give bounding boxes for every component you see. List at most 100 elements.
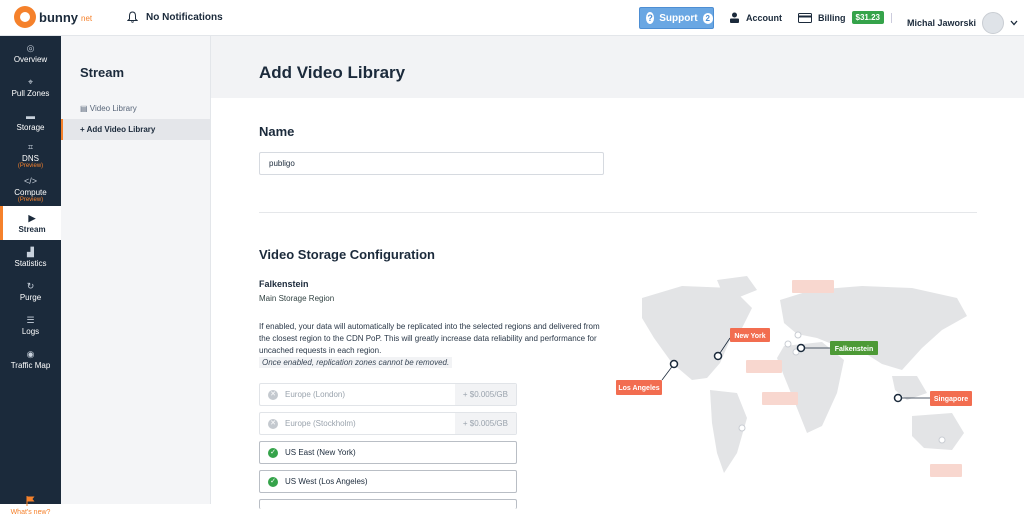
top-bar: bunny net No Notifications ? Support 2 A…: [0, 0, 1024, 36]
support-button[interactable]: ? Support 2: [639, 7, 714, 29]
sidebar-item-label: Stream: [18, 224, 46, 234]
sidebar-item-label: DNS: [22, 153, 39, 163]
map-label-text: Falkenstein: [835, 346, 874, 353]
name-heading: Name: [259, 124, 295, 139]
main-region-label: Main Storage Region: [259, 294, 335, 303]
map-label-text: New York: [734, 333, 765, 340]
sidebar-item-label: Statistics: [14, 258, 47, 268]
user-menu[interactable]: Michal Jaworski: [907, 12, 1018, 34]
sidebar-item-label: Traffic Map: [10, 360, 51, 370]
compass-icon: ◎: [26, 42, 35, 53]
sidebar-item-label: Overview: [13, 54, 48, 64]
whats-new-link[interactable]: What's new?: [0, 496, 61, 516]
logo-text: bunny: [39, 9, 78, 25]
region-name: Europe (London): [285, 390, 346, 399]
subnav-item-video-library[interactable]: ▤ Video Library: [61, 98, 210, 119]
support-count-badge: 2: [702, 12, 713, 24]
chevron-down-icon: [1010, 20, 1018, 26]
region-world-map: New York Falkenstein Los Angeles Singapo…: [616, 276, 972, 477]
check-circle-icon: ✓: [268, 447, 278, 458]
subnav-item-label: + Add Video Library: [80, 125, 156, 134]
x-circle-icon: ✕: [268, 418, 278, 429]
chart-icon: ▟: [27, 246, 34, 257]
sidebar-item-dns[interactable]: ⌗ DNS (Preview): [0, 138, 61, 172]
sidebar-item-overview[interactable]: ◎ Overview: [0, 36, 61, 70]
user-icon: [730, 12, 739, 23]
region-option-stockholm[interactable]: ✕ Europe (Stockholm) + $0.005/GB: [259, 412, 517, 435]
list-icon: ☰: [26, 314, 35, 325]
bunny-logo-icon: [14, 6, 36, 28]
region-name: Europe (Stockholm): [285, 419, 356, 428]
region-option-los-angeles[interactable]: ✓ US West (Los Angeles): [259, 470, 517, 493]
sidebar-item-statistics[interactable]: ▟ Statistics: [0, 240, 61, 274]
sidebar-item-compute[interactable]: </> Compute (Preview): [0, 172, 61, 206]
bunny-logo[interactable]: bunny net: [14, 6, 92, 28]
flag-icon: [26, 496, 35, 506]
main-sidebar: ◎ Overview ⌖ Pull Zones ▬ Storage ⌗ DNS (Prev…: [0, 36, 61, 516]
map-label-text: Los Angeles: [618, 385, 659, 392]
sidebar-item-pull-zones[interactable]: ⌖ Pull Zones: [0, 70, 61, 104]
support-label: Support: [659, 12, 698, 24]
topbar-divider: [891, 13, 892, 23]
account-label: Account: [746, 12, 782, 23]
region-price: + $0.005/GB: [454, 413, 516, 434]
sidebar-item-label: Logs: [21, 326, 40, 336]
map-label-falkenstein[interactable]: Falkenstein: [830, 341, 878, 355]
region-option-london[interactable]: ✕ Europe (London) + $0.005/GB: [259, 383, 517, 406]
dns-icon: ⌗: [27, 141, 34, 152]
bell-icon: [127, 11, 138, 23]
region-option-new-york[interactable]: ✓ US East (New York): [259, 441, 517, 464]
map-label-singapore[interactable]: Singapore: [930, 391, 972, 406]
replication-note: Once enabled, replication zones cannot b…: [259, 357, 453, 368]
account-button[interactable]: Account: [729, 12, 782, 23]
library-name-input[interactable]: [259, 152, 604, 175]
storage-config-heading: Video Storage Configuration: [259, 247, 435, 262]
continents: [642, 276, 967, 473]
credit-card-icon: [798, 12, 812, 23]
map-label-new-york[interactable]: New York: [730, 328, 770, 342]
sidebar-item-stream[interactable]: ▶ Stream: [0, 206, 61, 240]
sidebar-item-logs[interactable]: ☰ Logs: [0, 308, 61, 342]
check-circle-icon: ✓: [268, 476, 278, 487]
sidebar-item-storage[interactable]: ▬ Storage: [0, 104, 61, 138]
library-icon: ▤: [80, 104, 90, 113]
globe-icon: ◉: [26, 348, 35, 359]
subnav-item-add-video-library[interactable]: + Add Video Library: [61, 119, 210, 140]
sidebar-item-label: Purge: [19, 292, 42, 302]
page-title: Add Video Library: [259, 63, 406, 82]
page-header: Add Video Library: [211, 36, 1024, 98]
subnav-item-label: Video Library: [89, 104, 137, 113]
storage-icon: ▬: [26, 110, 35, 121]
region-price: + $0.005/GB: [454, 384, 516, 405]
stream-subnav: Stream ▤ Video Library + Add Video Libra…: [61, 36, 211, 504]
avatar: [982, 12, 1005, 34]
sidebar-item-label: Pull Zones: [11, 88, 50, 98]
billing-button[interactable]: Billing $31.23: [798, 11, 884, 24]
map-label-text: Singapore: [934, 396, 968, 403]
x-circle-icon: ✕: [268, 389, 278, 400]
play-icon: ▶: [28, 212, 36, 223]
whats-new-label: What's new?: [10, 509, 51, 516]
user-name: Michal Jaworski: [907, 18, 977, 28]
region-option-partial[interactable]: [259, 499, 517, 509]
preview-tag: (Preview): [17, 196, 44, 203]
replication-description: If enabled, your data will automatically…: [259, 322, 600, 355]
balance-badge: $31.23: [851, 11, 884, 24]
question-icon: ?: [646, 12, 655, 24]
preview-tag: (Preview): [17, 162, 44, 169]
code-icon: </>: [23, 175, 37, 186]
location-pin-icon: ⌖: [27, 76, 34, 87]
map-label-los-angeles[interactable]: Los Angeles: [616, 380, 662, 395]
subnav-title: Stream: [80, 65, 125, 80]
sidebar-item-label: Compute: [14, 187, 47, 197]
sidebar-item-label: Storage: [16, 122, 45, 132]
sidebar-item-purge[interactable]: ↻ Purge: [0, 274, 61, 308]
logo-suffix: net: [81, 13, 93, 23]
notifications-label: No Notifications: [146, 11, 223, 23]
section-divider: [259, 212, 977, 213]
sidebar-item-traffic-map[interactable]: ◉ Traffic Map: [0, 342, 61, 376]
notifications-button[interactable]: No Notifications: [127, 11, 223, 23]
main-region-name: Falkenstein: [259, 279, 309, 289]
region-name: US West (Los Angeles): [285, 477, 368, 486]
refresh-icon: ↻: [26, 280, 35, 291]
